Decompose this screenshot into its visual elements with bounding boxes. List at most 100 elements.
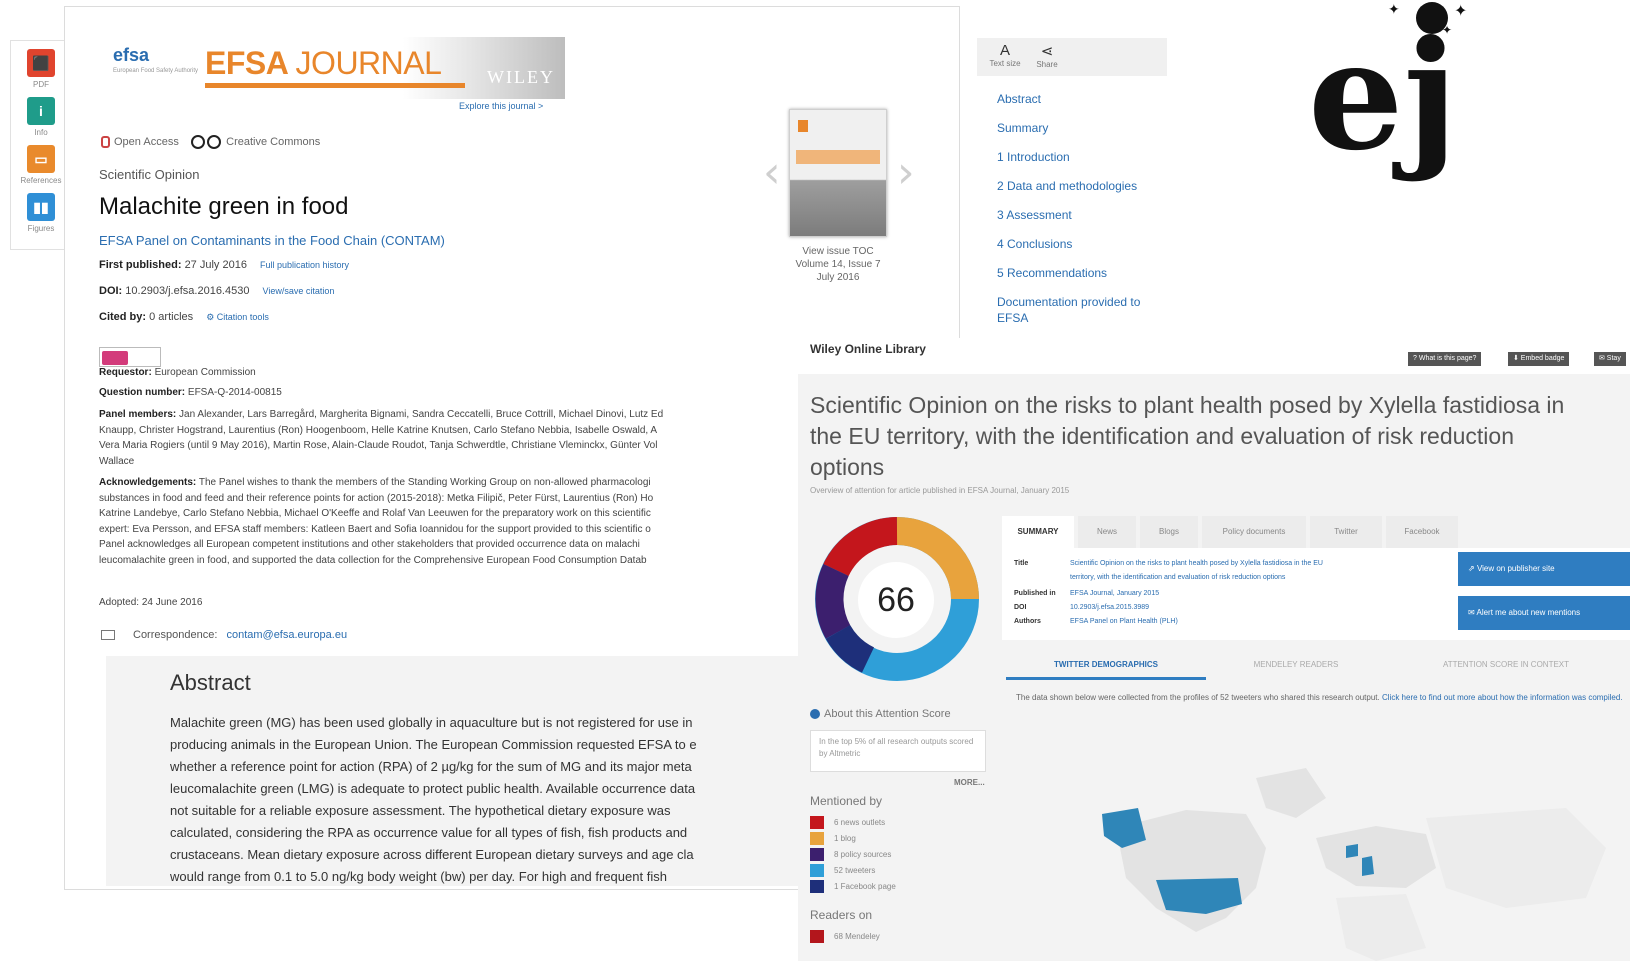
- altmetric-badge[interactable]: [99, 347, 161, 367]
- correspondence-email-link[interactable]: contam@efsa.europa.eu: [226, 629, 347, 641]
- toc-item-abstract[interactable]: Abstract: [997, 92, 1140, 121]
- toc-item-summary[interactable]: Summary: [997, 121, 1140, 150]
- info-icon: [810, 709, 820, 720]
- tab-policy[interactable]: Policy documents: [1202, 516, 1306, 548]
- toc-item-introduction[interactable]: 1 Introduction: [997, 150, 1140, 179]
- cc-icon: [191, 135, 206, 149]
- article-authors[interactable]: EFSA Panel on Contaminants in the Food C…: [99, 233, 445, 248]
- abstract-section: Abstract Malachite green (MG) has been u…: [106, 656, 798, 886]
- summary-row-title-cont: territory, with the identification and e…: [1014, 574, 1285, 581]
- about-score-link[interactable]: About this Attention Score: [810, 708, 951, 720]
- readers-mendeley[interactable]: 68 Mendeley: [810, 930, 880, 944]
- alert-mentions-button[interactable]: ✉ Alert me about new mentions: [1458, 596, 1630, 630]
- issue-caption[interactable]: View issue TOC Volume 14, Issue 7 July 2…: [765, 245, 911, 284]
- tab-facebook[interactable]: Facebook: [1386, 516, 1458, 548]
- abstract-line: calculated, considering the RPA as occur…: [170, 825, 688, 840]
- journal-name-bold: EFSA: [205, 45, 288, 81]
- text-size-icon: A: [999, 42, 1010, 59]
- what-is-this-button[interactable]: ? What is this page?: [1408, 352, 1482, 366]
- toc-item-documentation-cont[interactable]: EFSA: [997, 311, 1140, 340]
- doi-value[interactable]: 10.2903/j.efsa.2016.4530: [125, 285, 249, 297]
- news-swatch: [810, 816, 824, 830]
- embed-badge-button[interactable]: ⬇ Embed badge: [1508, 352, 1570, 366]
- mention-label: 1 blog: [834, 834, 856, 843]
- first-published-label: First published:: [99, 259, 182, 271]
- mention-tweeters[interactable]: 52 tweeters: [810, 864, 875, 878]
- map-africa: [1336, 894, 1426, 961]
- tab-twitter-demographics[interactable]: TWITTER DEMOGRAPHICS: [1006, 650, 1206, 680]
- issue-cover[interactable]: [789, 109, 887, 237]
- pdf-tool[interactable]: ⬛ PDF: [11, 49, 71, 89]
- mention-label: 6 news outlets: [834, 818, 886, 827]
- tab-summary[interactable]: SUMMARY: [1002, 516, 1074, 548]
- tab-mendeley-readers[interactable]: MENDELEY READERS: [1206, 650, 1386, 680]
- mention-blog[interactable]: 1 blog: [810, 832, 856, 846]
- policy-swatch: [810, 848, 824, 862]
- summary-value[interactable]: 10.2903/j.efsa.2015.3989: [1070, 604, 1149, 611]
- abstract-line: not suitable for a reliable exposure ass…: [170, 803, 671, 818]
- text-size-tool[interactable]: A Text size: [985, 42, 1025, 68]
- cover-title-stripe: [796, 150, 880, 164]
- mention-policy[interactable]: 8 policy sources: [810, 848, 891, 862]
- cover-logo-mark: [798, 120, 808, 132]
- toc-panel: A Text size ⋖ Share Abstract Summary 1 I…: [977, 38, 1167, 338]
- title-line: the EU territory, with the identificatio…: [810, 423, 1514, 449]
- ack-label: Acknowledgements:: [99, 477, 197, 488]
- mention-news[interactable]: 6 news outlets: [810, 816, 885, 830]
- summary-value: territory, with the identification and e…: [1070, 574, 1286, 581]
- requestor-label: Requestor:: [99, 367, 152, 378]
- ej-journal-logo: ej ✦ ✦ ✦: [1308, 1, 1467, 184]
- publication-history-link[interactable]: Full publication history: [260, 260, 349, 270]
- summary-value: EFSA Journal, January 2015: [1070, 590, 1160, 597]
- toc-item-recommendations[interactable]: 5 Recommendations: [997, 266, 1140, 295]
- toc-item-conclusions[interactable]: 4 Conclusions: [997, 237, 1140, 266]
- tab-twitter[interactable]: Twitter: [1310, 516, 1382, 548]
- more-link[interactable]: MORE...: [954, 778, 985, 787]
- abstract-text: Malachite green (MG) has been used globa…: [170, 712, 790, 888]
- article-type: Scientific Opinion: [99, 167, 200, 182]
- toc-item-data[interactable]: 2 Data and methodologies: [997, 179, 1140, 208]
- question-label: Question number:: [99, 387, 186, 398]
- references-tool[interactable]: ▭ References: [11, 145, 71, 185]
- explore-journal-link[interactable]: Explore this journal >: [459, 101, 543, 111]
- abstract-line: would range from 0.1 to 5.0 ng/kg body w…: [170, 869, 667, 884]
- tab-news[interactable]: News: [1078, 516, 1136, 548]
- figures-tool-label: Figures: [27, 224, 55, 233]
- efsa-logo[interactable]: efsa European Food Safety Authority: [113, 45, 198, 74]
- wiley-header: Wiley Online Library ? What is this page…: [798, 338, 1630, 374]
- toc-item-documentation[interactable]: Documentation provided to: [997, 295, 1140, 311]
- alert-mentions-label: Alert me about new mentions: [1476, 608, 1581, 617]
- info-tool[interactable]: i Info: [11, 97, 71, 137]
- tab-score-context[interactable]: ATTENTION SCORE IN CONTEXT: [1386, 650, 1626, 680]
- panel-members: Panel members: Jan Alexander, Lars Barre…: [99, 407, 819, 469]
- toc-item-assessment[interactable]: 3 Assessment: [997, 208, 1140, 237]
- journal-banner[interactable]: EFSA JOURNAL WILEY: [205, 37, 565, 99]
- wiley-brand[interactable]: Wiley Online Library: [810, 342, 926, 356]
- view-citation-link[interactable]: View/save citation: [263, 286, 335, 296]
- figures-tool[interactable]: ▮▮ Figures: [11, 193, 71, 233]
- panel-label: Panel members:: [99, 409, 177, 420]
- tab-blogs[interactable]: Blogs: [1140, 516, 1198, 548]
- about-score-label: About this Attention Score: [824, 708, 951, 720]
- blog-swatch: [810, 832, 824, 846]
- previous-issue-arrow[interactable]: ‹: [763, 147, 781, 198]
- mention-label: 1 Facebook page: [834, 882, 896, 891]
- facebook-swatch: [810, 880, 824, 894]
- share-tool[interactable]: ⋖ Share: [1027, 42, 1067, 69]
- summary-row-title: Title Scientific Opinion on the risks to …: [1014, 560, 1323, 567]
- panel-line: Knaupp, Christer Hogstrand, Laurentius (…: [99, 424, 658, 436]
- mentioned-by-heading: Mentioned by: [810, 794, 883, 808]
- license-label[interactable]: Creative Commons: [226, 136, 320, 148]
- view-publisher-button[interactable]: ⇗ View on publisher site: [1458, 552, 1630, 586]
- stay-updated-button[interactable]: ✉ Stay: [1594, 352, 1626, 366]
- altmetric-details-page: Wiley Online Library ? What is this page…: [798, 338, 1630, 961]
- demographics-info-link[interactable]: Click here to find out more about how th…: [1382, 693, 1623, 702]
- open-access-label[interactable]: Open Access: [114, 136, 179, 148]
- mention-facebook[interactable]: 1 Facebook page: [810, 880, 896, 894]
- ej-logo-text: ej: [1308, 8, 1458, 184]
- issue-caption-line: Volume 14, Issue 7: [795, 259, 881, 270]
- citation-tools-link[interactable]: ⚙ Citation tools: [206, 312, 269, 322]
- next-issue-arrow[interactable]: ›: [897, 147, 915, 198]
- question-line: Question number: EFSA-Q-2014-00815: [99, 385, 282, 401]
- efsa-logo-subtitle: European Food Safety Authority: [113, 68, 199, 74]
